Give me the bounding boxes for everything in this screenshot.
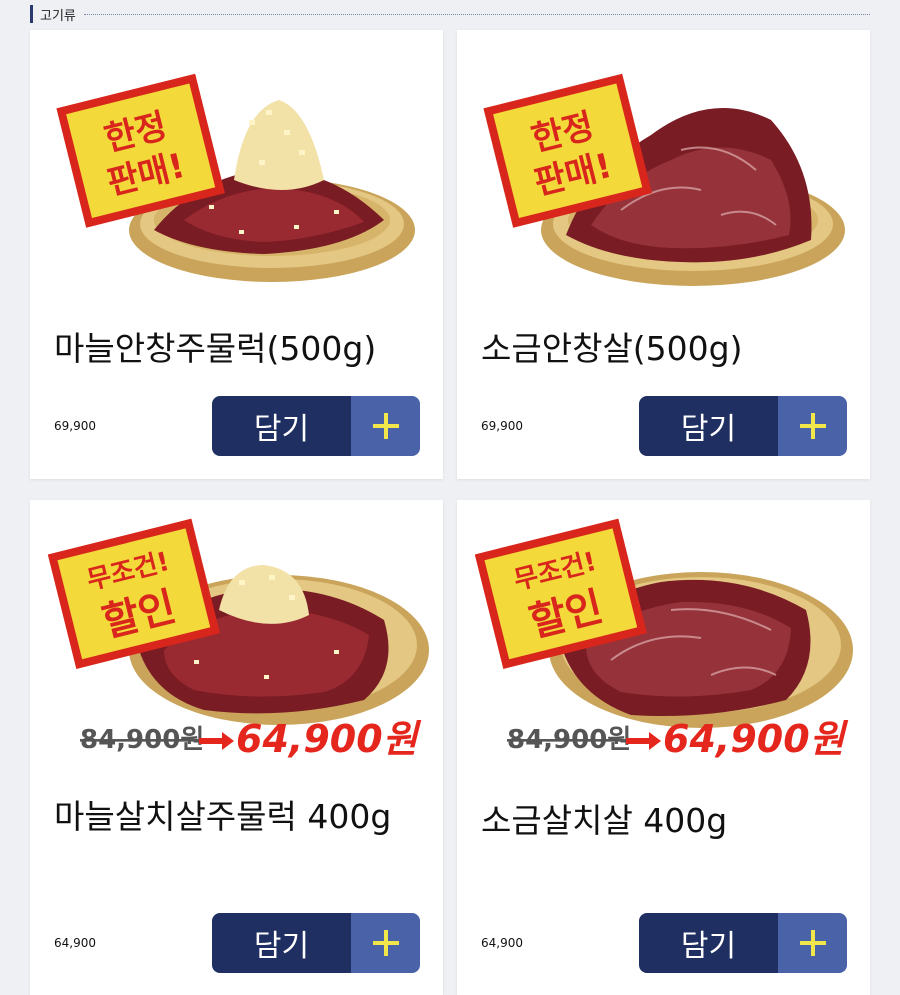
product-image[interactable]: 한정 판매!	[44, 40, 429, 300]
add-to-cart-label[interactable]: 담기	[212, 913, 351, 973]
original-price: 84,900원	[80, 725, 204, 755]
add-to-cart-label[interactable]: 담기	[639, 913, 778, 973]
product-card[interactable]: 한정 판매! 소금안창살(500g) 69,900 담기	[457, 30, 870, 479]
plus-icon[interactable]	[778, 913, 847, 973]
original-price: 84,900원	[507, 725, 631, 755]
add-to-cart-button[interactable]: 담기	[212, 913, 420, 973]
section-divider	[83, 14, 870, 15]
product-price: 69,900	[481, 419, 523, 433]
product-image[interactable]: 한정 판매!	[471, 40, 856, 300]
plus-icon[interactable]	[778, 396, 847, 456]
sale-price: 64,900원	[663, 717, 849, 761]
product-image[interactable]: 무조건! 할인 84,900원 64,900원	[471, 510, 856, 770]
section-title: 고기류	[40, 8, 76, 24]
add-to-cart-button[interactable]: 담기	[639, 396, 847, 456]
product-card[interactable]: 무조건! 할인 84,900원 64,900원 소금살치살 400g 64,90…	[457, 500, 870, 995]
plus-icon[interactable]	[351, 396, 420, 456]
plus-icon[interactable]	[351, 913, 420, 973]
product-card[interactable]: 한정 판매! 마늘안창주물럭(500g) 69,900 담기	[30, 30, 443, 479]
add-to-cart-label[interactable]: 담기	[212, 396, 351, 456]
product-name[interactable]: 마늘살치살주물럭 400g	[54, 794, 424, 840]
product-price: 64,900	[481, 936, 523, 950]
section-header: 고기류	[30, 4, 870, 24]
add-to-cart-button[interactable]: 담기	[212, 396, 420, 456]
product-name[interactable]: 소금안창살(500g)	[481, 326, 851, 372]
product-price: 64,900	[54, 936, 96, 950]
product-image[interactable]: 무조건! 할인 84,900원 64,900원	[44, 510, 429, 770]
product-name[interactable]: 소금살치살 400g	[481, 798, 851, 844]
add-to-cart-button[interactable]: 담기	[639, 913, 847, 973]
product-name[interactable]: 마늘안창주물럭(500g)	[54, 326, 424, 372]
section-accent-bar	[30, 5, 33, 23]
sale-price: 64,900원	[236, 717, 422, 761]
product-price: 69,900	[54, 419, 96, 433]
product-card[interactable]: 무조건! 할인 84,900원 64,900원 마늘살치살주물럭 400g 64…	[30, 500, 443, 995]
add-to-cart-label[interactable]: 담기	[639, 396, 778, 456]
